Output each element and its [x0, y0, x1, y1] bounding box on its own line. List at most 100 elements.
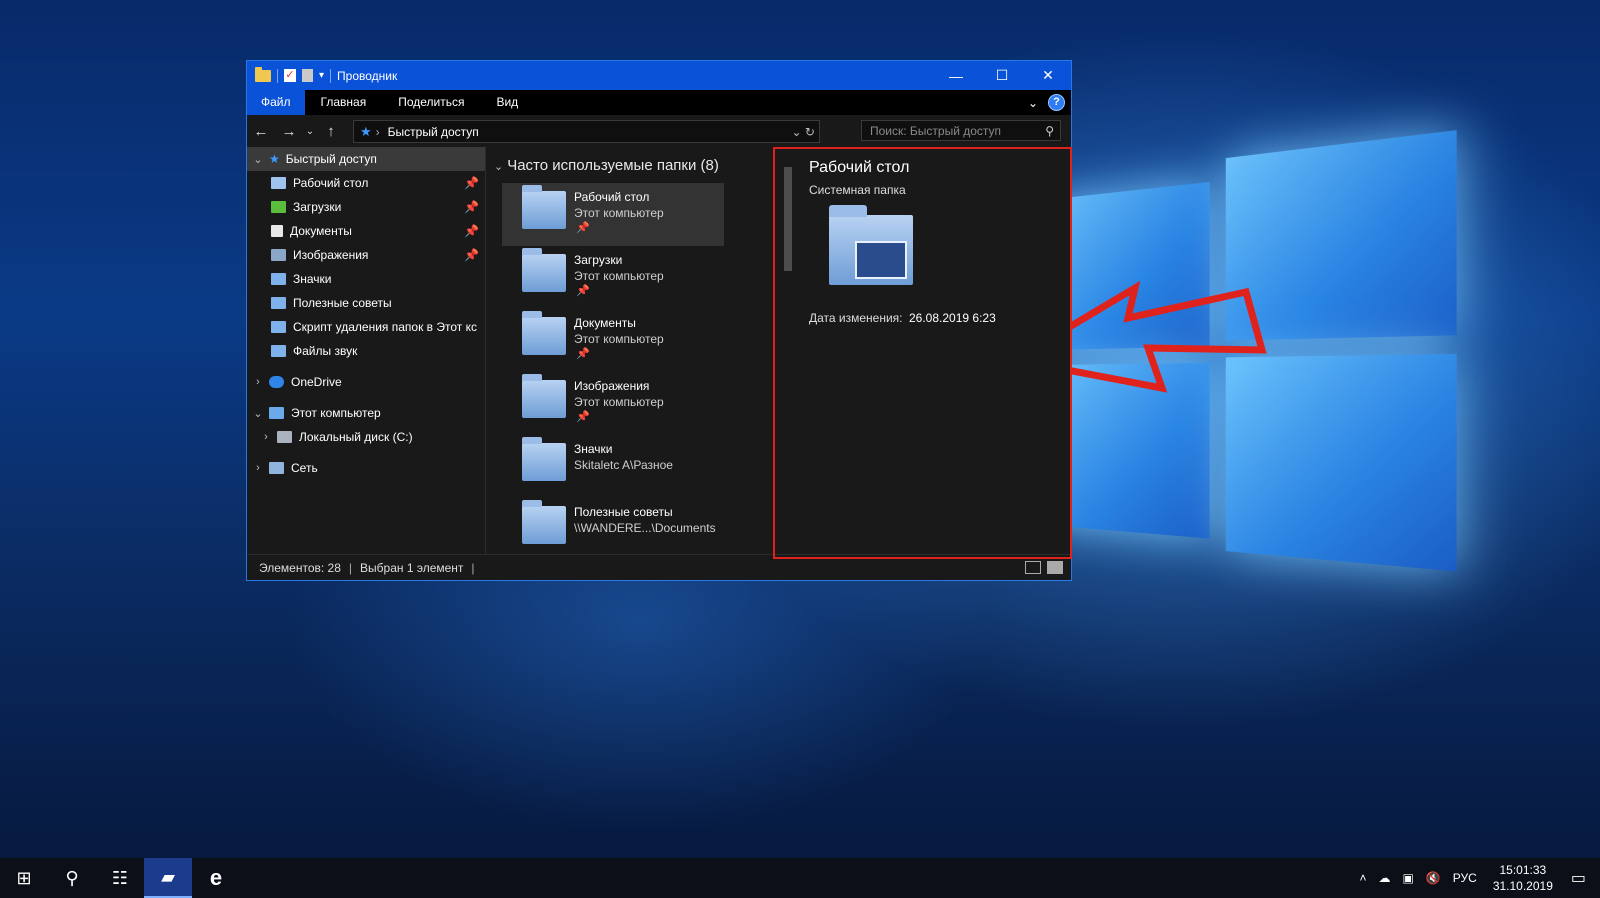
documents-folder-icon	[522, 311, 566, 355]
desktop-folder-icon	[522, 185, 566, 229]
status-separator: |	[471, 560, 475, 575]
close-button[interactable]: ✕	[1025, 61, 1071, 90]
address-bar[interactable]: ★ › Быстрый доступ ⌄ ↻	[353, 120, 820, 143]
list-item-documents[interactable]: Документы Этот компьютер 📌	[502, 309, 724, 372]
breadcrumb-current[interactable]: Быстрый доступ	[388, 125, 479, 139]
item-name: Загрузки	[574, 253, 623, 267]
downloads-folder-icon	[522, 248, 566, 292]
maximize-button[interactable]: ☐	[979, 61, 1025, 90]
search-icon[interactable]: ⚲	[48, 858, 96, 898]
list-item-pictures[interactable]: Изображения Этот компьютер 📌	[502, 372, 724, 435]
expand-ribbon-icon[interactable]: ⌄	[1028, 96, 1038, 110]
nav-label: Полезные советы	[293, 296, 392, 310]
volume-muted-icon[interactable]: 🔇	[1420, 871, 1447, 885]
onedrive-tray-icon[interactable]: ☁	[1372, 871, 1396, 885]
collapse-chevron-icon[interactable]: ⌄	[251, 407, 265, 420]
item-location: Этот компьютер	[574, 269, 664, 283]
list-item-downloads[interactable]: Загрузки Этот компьютер 📌	[502, 246, 724, 309]
pin-icon: 📌	[576, 222, 590, 234]
nav-item-pictures[interactable]: Изображения 📌	[247, 243, 485, 267]
nav-onedrive[interactable]: › OneDrive	[247, 370, 485, 394]
customize-toolbar-icon[interactable]: ▾	[319, 70, 324, 81]
file-list: ⌄ Часто используемые папки (8) Рабочий ст…	[486, 147, 776, 556]
pin-icon: 📌	[576, 411, 590, 423]
nav-label: Документы	[290, 224, 352, 238]
item-name: Полезные советы	[574, 505, 673, 519]
quick-access-toolbar: ✓ ▾	[247, 66, 332, 83]
show-hidden-icons-icon[interactable]: ˄	[1353, 871, 1372, 885]
tab-file[interactable]: Файл	[247, 90, 305, 115]
input-language[interactable]: РУС	[1447, 871, 1483, 885]
start-button[interactable]: ⊞	[0, 858, 48, 898]
taskbar: ⊞ ⚲ ☷ ▰ e ˄ ☁ ▣ 🔇 РУС 15:01:33 31.10.201…	[0, 858, 1600, 898]
pin-icon[interactable]: 📌	[464, 248, 479, 262]
toolbar-separator	[330, 68, 332, 83]
details-view-icon[interactable]	[1025, 561, 1041, 574]
item-location: Этот компьютер	[574, 395, 664, 409]
up-arrow-icon[interactable]: ↑	[317, 123, 345, 140]
folder-icon	[271, 273, 286, 285]
expand-chevron-icon[interactable]: ›	[259, 431, 273, 443]
new-folder-icon[interactable]	[302, 69, 313, 82]
nav-this-pc[interactable]: ⌄ Этот компьютер	[247, 401, 485, 425]
list-item-tips[interactable]: Полезные советы \\WANDERE...\Documents	[502, 498, 724, 561]
tab-share[interactable]: Поделиться	[382, 90, 480, 115]
nav-local-disk[interactable]: › Локальный диск (C:)	[247, 425, 485, 449]
help-icon[interactable]: ?	[1048, 94, 1065, 111]
search-input[interactable]: Поиск: Быстрый доступ ⚲	[861, 120, 1061, 141]
ribbon-tabs: Файл Главная Поделиться Вид ⌄ ?	[247, 90, 1071, 115]
system-tray: ˄ ☁ ▣ 🔇 РУС 15:01:33 31.10.2019 ▭	[1353, 858, 1600, 898]
group-header[interactable]: ⌄ Часто используемые папки (8)	[486, 147, 776, 183]
recent-locations-icon[interactable]: ⌄	[303, 126, 317, 137]
nav-item-downloads[interactable]: Загрузки 📌	[247, 195, 485, 219]
tab-view[interactable]: Вид	[480, 90, 534, 115]
properties-icon[interactable]: ✓	[284, 69, 296, 82]
nav-network[interactable]: › Сеть	[247, 456, 485, 480]
item-name: Изображения	[574, 379, 650, 393]
pin-icon[interactable]: 📌	[464, 224, 479, 238]
collapse-chevron-icon[interactable]: ⌄	[251, 153, 265, 166]
pin-icon: 📌	[576, 285, 590, 297]
explorer-app-icon	[255, 66, 271, 82]
item-name: Документы	[574, 316, 636, 330]
nav-item-sound-folder[interactable]: Файлы звук	[247, 339, 485, 363]
large-icons-view-icon[interactable]	[1047, 561, 1063, 574]
forward-arrow-icon[interactable]: →	[275, 123, 303, 140]
network-tray-icon[interactable]: ▣	[1396, 871, 1419, 885]
nav-label: Изображения	[293, 248, 369, 262]
expand-chevron-icon[interactable]: ›	[251, 462, 265, 474]
clock-date: 31.10.2019	[1492, 879, 1553, 893]
breadcrumb-chevron-icon[interactable]: ›	[376, 125, 380, 139]
expand-chevron-icon[interactable]: ›	[251, 376, 265, 388]
pin-icon[interactable]: 📌	[464, 200, 479, 214]
nav-item-documents[interactable]: Документы 📌	[247, 219, 485, 243]
item-name: Значки	[574, 442, 613, 456]
file-explorer-taskbar-icon[interactable]: ▰	[144, 858, 192, 898]
nav-item-script-folder[interactable]: Скрипт удаления папок в Этот кс	[247, 315, 485, 339]
action-center-icon[interactable]: ▭	[1563, 868, 1600, 888]
title-bar[interactable]: ✓ ▾ Проводник — ☐ ✕	[247, 61, 1071, 90]
collapse-chevron-icon[interactable]: ⌄	[494, 161, 503, 173]
nav-item-icons-folder[interactable]: Значки	[247, 267, 485, 291]
tab-home[interactable]: Главная	[305, 90, 383, 115]
item-location: Skitaletc A\Разное	[574, 458, 673, 472]
nav-item-desktop[interactable]: Рабочий стол 📌	[247, 171, 485, 195]
minimize-button[interactable]: —	[933, 61, 979, 90]
nav-quick-access[interactable]: ⌄ ★ Быстрый доступ	[247, 147, 485, 171]
back-arrow-icon[interactable]: ←	[247, 123, 275, 140]
refresh-icon[interactable]: ⌄ ↻	[792, 125, 815, 139]
task-view-icon[interactable]: ☷	[96, 858, 144, 898]
nav-label: Быстрый доступ	[285, 152, 377, 166]
list-item-icons[interactable]: Значки Skitaletc A\Разное	[502, 435, 724, 498]
item-count: Элементов: 28	[259, 560, 341, 575]
pin-icon[interactable]: 📌	[464, 176, 479, 190]
nav-item-tips-folder[interactable]: Полезные советы	[247, 291, 485, 315]
edge-browser-icon[interactable]: e	[192, 858, 240, 898]
quick-access-star-icon: ★	[360, 123, 372, 139]
nav-label: OneDrive	[291, 375, 342, 389]
group-header-label: Часто используемые папки (8)	[507, 157, 719, 174]
clock[interactable]: 15:01:33 31.10.2019	[1483, 862, 1563, 894]
downloads-icon	[271, 201, 286, 213]
list-item-desktop[interactable]: Рабочий стол Этот компьютер 📌	[502, 183, 724, 246]
pictures-folder-icon	[522, 374, 566, 418]
